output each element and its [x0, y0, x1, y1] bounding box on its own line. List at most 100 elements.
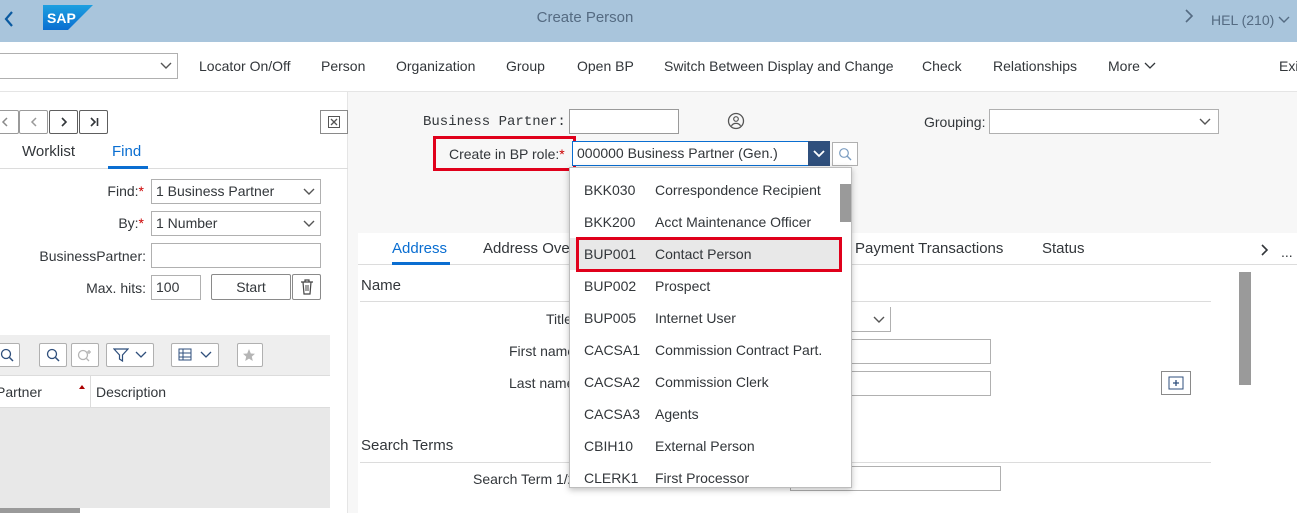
business-partner-header-input[interactable] [569, 109, 679, 134]
role-label-highlight [433, 136, 576, 171]
first-icon [1, 117, 8, 127]
dropdown-item-code: BUP005 [584, 310, 637, 326]
business-partner-input[interactable] [151, 243, 321, 268]
toolbar-more-label: More [1108, 58, 1140, 74]
dropdown-item-bkk030[interactable]: BKK030 Correspondence Recipient [570, 174, 840, 206]
active-tab-indicator [392, 262, 450, 265]
layout-button[interactable] [171, 343, 219, 367]
dropdown-scrollbar[interactable] [840, 184, 851, 222]
dropdown-item-bup002[interactable]: BUP002 Prospect [570, 270, 840, 302]
toolbar-organization[interactable]: Organization [396, 58, 475, 74]
toolbar-person[interactable]: Person [321, 58, 365, 74]
chevron-right-icon [60, 117, 67, 127]
delete-button[interactable] [292, 274, 321, 300]
trash-icon [300, 279, 313, 295]
grouping-select[interactable] [989, 109, 1219, 134]
toolbar-relationships[interactable]: Relationships [993, 58, 1077, 74]
filter-button[interactable] [106, 343, 154, 367]
chevron-down-icon [200, 351, 212, 358]
search-icon [839, 148, 852, 161]
zoom-button[interactable] [0, 343, 20, 367]
by-select[interactable]: 1 Number [151, 211, 321, 236]
vertical-scrollbar[interactable] [1239, 272, 1251, 385]
search-plus-button[interactable] [71, 343, 99, 367]
dropdown-item-code: BUP002 [584, 278, 637, 294]
first-page-button[interactable] [0, 110, 19, 134]
column-divider [90, 376, 91, 408]
table-settings-icon [178, 348, 192, 361]
dropdown-item-desc: Prospect [655, 278, 711, 294]
toolbar-switch-mode[interactable]: Switch Between Display and Change [664, 58, 894, 74]
close-panel-button[interactable] [320, 110, 348, 134]
dropdown-item-desc: Correspondence Recipient [655, 182, 821, 198]
toolbar-more[interactable]: More [1108, 58, 1156, 74]
find-select-value: 1 Business Partner [156, 183, 275, 199]
dropdown-item-cacsa1[interactable]: CACSA1 Commission Contract Part. [570, 334, 840, 366]
star-add-icon [243, 349, 255, 361]
dropdown-item-code: CBIH10 [584, 438, 634, 454]
toolbar-select[interactable] [0, 53, 178, 79]
column-partner[interactable]: Partner [0, 384, 42, 400]
contact-person-highlight [576, 237, 842, 272]
dropdown-item-desc: Commission Contract Part. [655, 342, 823, 358]
column-description[interactable]: Description [96, 384, 166, 400]
toolbar-locator[interactable]: Locator On/Off [199, 58, 291, 74]
max-hits-label: Max. hits: [86, 280, 146, 296]
find-select[interactable]: 1 Business Partner [151, 179, 321, 204]
tabs-scroll-right-icon[interactable] [1260, 243, 1270, 260]
dropdown-item-bkk200[interactable]: BKK200 Acct Maintenance Officer [570, 206, 840, 238]
next-button[interactable] [49, 110, 78, 134]
tab-payment-transactions[interactable]: Payment Transactions [855, 240, 1003, 257]
tab-address-overview[interactable]: Address Ove [483, 240, 570, 257]
chevron-left-icon [30, 117, 37, 127]
last-page-button[interactable] [79, 110, 108, 134]
title-select[interactable] [850, 307, 891, 332]
system-menu[interactable]: HEL (210) [1211, 12, 1290, 28]
more-tabs-indicator[interactable]: ... [1281, 244, 1293, 260]
active-tab-indicator [108, 166, 148, 169]
app-toolbar: Locator On/Off Person Organization Group… [0, 42, 1297, 92]
tab-find[interactable]: Find [112, 143, 141, 160]
chevron-down-icon [160, 62, 172, 69]
chevron-down-icon [873, 316, 885, 323]
find-label: Find:* [107, 183, 144, 199]
search-button[interactable] [39, 343, 67, 367]
system-label: HEL (210) [1211, 12, 1275, 28]
max-hits-input[interactable]: 100 [151, 275, 201, 300]
bp-role-select[interactable]: 000000 Business Partner (Gen.) [572, 141, 830, 166]
dropdown-item-cacsa2[interactable]: CACSA2 Commission Clerk [570, 366, 840, 398]
person-icon[interactable] [727, 112, 745, 133]
locator-panel: Worklist Find Find:* 1 Business Partner … [0, 92, 348, 513]
dropdown-item-desc: External Person [655, 438, 755, 454]
tab-status[interactable]: Status [1042, 240, 1085, 257]
dropdown-item-cacsa3[interactable]: CACSA3 Agents [570, 398, 840, 430]
toolbar-open-bp[interactable]: Open BP [577, 58, 634, 74]
by-label-text: By: [118, 215, 139, 231]
chevron-down-icon [1278, 16, 1290, 23]
bp-role-dropdown-button[interactable] [808, 141, 830, 166]
favorite-button[interactable] [237, 343, 263, 367]
start-button[interactable]: Start [211, 274, 291, 300]
toolbar-group[interactable]: Group [506, 58, 545, 74]
additional-names-button[interactable] [1161, 371, 1191, 395]
first-name-input[interactable] [850, 339, 991, 364]
dropdown-item-bup005[interactable]: BUP005 Internet User [570, 302, 840, 334]
horizontal-scrollbar[interactable] [0, 508, 80, 513]
last-name-input[interactable] [850, 371, 991, 396]
tab-worklist[interactable]: Worklist [22, 143, 75, 160]
dropdown-item-code: CACSA3 [584, 406, 641, 422]
toolbar-check[interactable]: Check [922, 58, 962, 74]
toolbar-exit[interactable]: Exi [1279, 58, 1297, 74]
chevron-down-icon [303, 220, 315, 227]
dropdown-item-clerk1[interactable]: CLERK1 First Processor [570, 462, 840, 487]
chevron-down-icon [1144, 62, 1156, 69]
forward-icon[interactable] [1184, 8, 1194, 29]
dropdown-item-code: BKK200 [584, 214, 636, 230]
dropdown-item-cbih10[interactable]: CBIH10 External Person [570, 430, 840, 462]
list-body [0, 408, 330, 508]
last-name-label: Last name [509, 375, 575, 391]
tab-address[interactable]: Address [392, 240, 447, 257]
previous-button[interactable] [19, 110, 48, 134]
value-help-button[interactable] [832, 142, 858, 166]
search-icon [46, 348, 60, 362]
